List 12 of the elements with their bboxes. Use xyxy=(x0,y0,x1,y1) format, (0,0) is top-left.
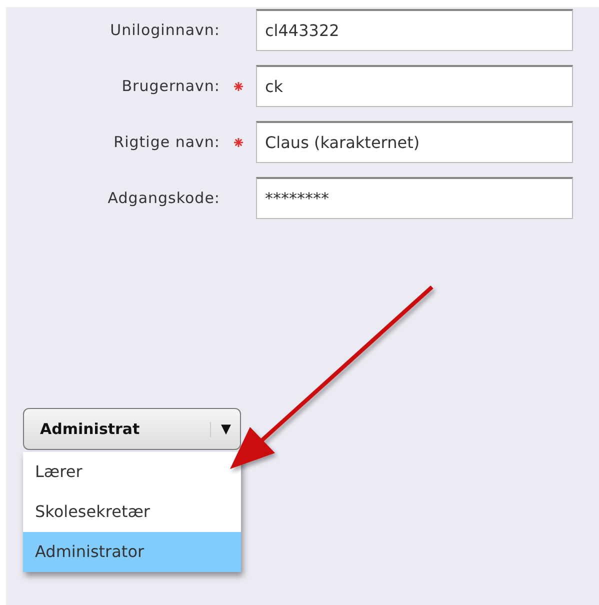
menu-item[interactable]: Administrator xyxy=(23,532,241,572)
menu-item[interactable]: Lærer xyxy=(23,452,241,492)
field-label: Uniloginnavn: xyxy=(109,21,220,39)
menu-item[interactable]: Skolesekretær xyxy=(23,492,241,532)
field-label: Rigtige navn: xyxy=(112,133,220,151)
field-label: Brugernavn: xyxy=(120,77,220,95)
field-label: Adgangskode: xyxy=(106,189,220,207)
input-field[interactable]: ck xyxy=(256,65,573,107)
input-field[interactable]: Claus (karakternet) xyxy=(256,121,573,163)
input-field[interactable]: cl443322 xyxy=(256,9,573,51)
input-field[interactable]: ******** xyxy=(256,177,573,219)
role-dropdown[interactable]: Administrat ▼ xyxy=(23,408,241,450)
